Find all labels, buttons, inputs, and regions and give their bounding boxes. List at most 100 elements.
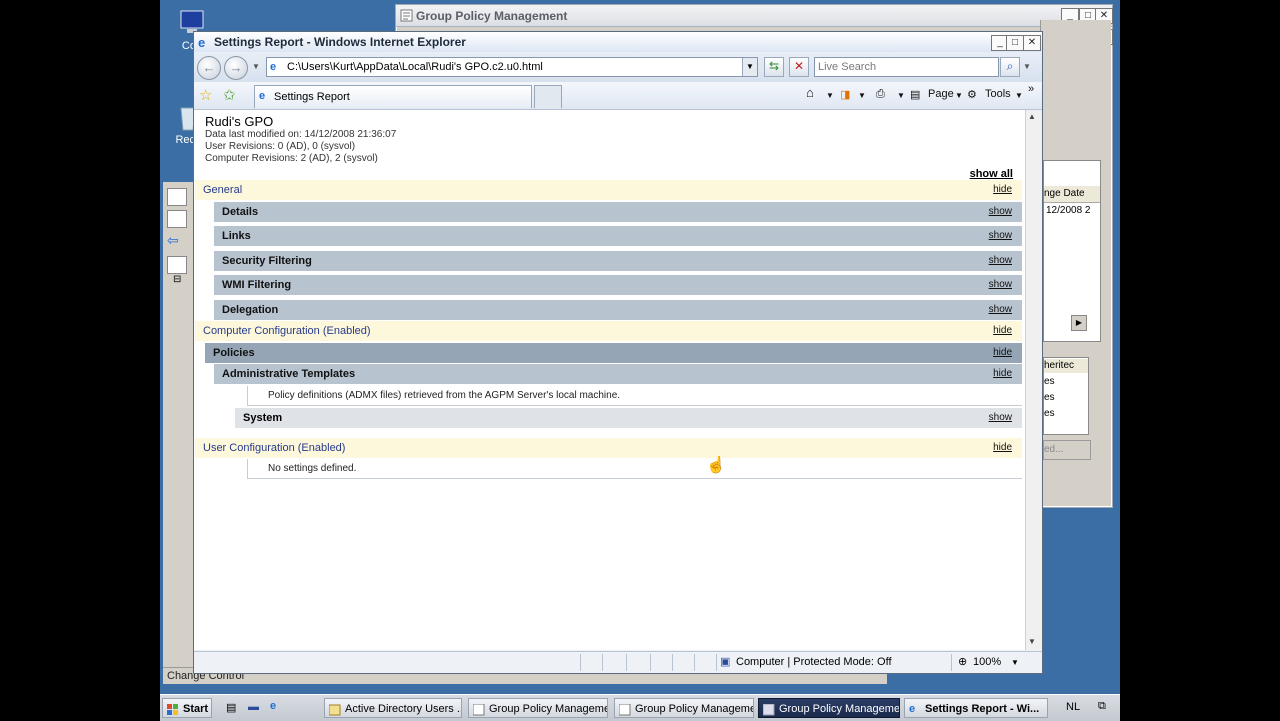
user-config-hide-link[interactable]: hide (993, 438, 1012, 458)
delegation-show-link[interactable]: show (989, 300, 1012, 320)
language-indicator[interactable]: NL (1066, 701, 1080, 713)
inherited-column-header[interactable]: heritec (1044, 359, 1088, 373)
gpm-title: Group Policy Management (416, 9, 568, 23)
home-dropdown-icon[interactable]: ▼ (826, 91, 834, 100)
system-show-link[interactable]: show (989, 408, 1012, 428)
page-menu[interactable]: Page (928, 88, 954, 100)
document-icon[interactable] (167, 210, 187, 228)
ie-command-bar: ☆ ✩ e Settings Report ⌂ ▼ ◨ ▼ ⎙ ▼ ▤ Page… (194, 82, 1042, 110)
scroll-up-icon[interactable]: ▲ (1028, 112, 1036, 121)
report-icon[interactable] (167, 256, 187, 274)
tools-gear-icon[interactable]: ⚙ (967, 88, 977, 101)
system-section-header: System show (235, 408, 1022, 428)
network-tray-icon[interactable]: ⧉ (1098, 700, 1106, 713)
report-user-revisions: User Revisions: 0 (AD), 0 (sysvol) (205, 141, 356, 152)
powershell-icon[interactable]: ▬ (248, 701, 259, 713)
page-menu-icon[interactable]: ▤ (910, 88, 920, 101)
print-dropdown-icon[interactable]: ▼ (897, 91, 905, 100)
page-dropdown-icon[interactable]: ▼ (955, 91, 963, 100)
list-item: es (1044, 376, 1055, 387)
search-options-icon[interactable]: ▼ (1023, 62, 1031, 71)
zoom-dropdown-icon[interactable]: ▼ (1011, 658, 1019, 667)
properties-icon[interactable] (167, 188, 187, 206)
policies-section-header: Policies hide (205, 343, 1022, 363)
admx-note: Policy definitions (ADMX files) retrieve… (247, 386, 1022, 406)
gpm-right-pane: nge Date 12/2008 2 ▶ heritec es es es ed… (1040, 20, 1111, 506)
taskbar-label: Active Directory Users ... (345, 703, 462, 715)
admin-templates-section-header: Administrative Templates hide (214, 364, 1022, 384)
ie-quicklaunch-icon[interactable]: e (270, 700, 276, 712)
collapse-tree-icon[interactable]: ⊟ (173, 274, 181, 285)
computer-config-hide-link[interactable]: hide (993, 321, 1012, 341)
forward-button[interactable]: → (224, 56, 248, 80)
ie-titlebar: e Settings Report - Windows Internet Exp… (194, 32, 1042, 53)
security-zone-text[interactable]: Computer | Protected Mode: Off (736, 656, 892, 668)
ie-task-icon: e (909, 703, 916, 715)
hand-cursor-icon: ☝ (706, 457, 726, 474)
gpm-action-button[interactable]: ed... (1043, 440, 1091, 460)
report-modified: Data last modified on: 14/12/2008 21:36:… (205, 129, 397, 140)
policies-hide-link[interactable]: hide (993, 343, 1012, 363)
taskbar-label: Group Policy Management (635, 703, 754, 715)
taskbar: Start ▤ ▬ e Active Directory Users ... G… (160, 694, 1120, 721)
zoom-level[interactable]: 100% (973, 656, 1001, 668)
scroll-down-icon[interactable]: ▼ (1028, 637, 1036, 646)
computer-config-section-header: Computer Configuration (Enabled) hide (195, 321, 1022, 341)
recent-pages-dropdown-icon[interactable]: ▼ (252, 62, 260, 71)
ie-maximize-button[interactable]: □ (1006, 35, 1024, 51)
back-arrow-icon[interactable]: ⇦ (167, 232, 185, 248)
change-date-cell[interactable]: 12/2008 2 (1046, 205, 1091, 216)
vertical-scrollbar[interactable]: ▲ ▼ (1025, 110, 1042, 650)
favorites-star-icon[interactable]: ☆ (199, 86, 212, 104)
address-dropdown-icon[interactable]: ▼ (742, 58, 757, 76)
zoom-icon[interactable]: ⊕ (958, 655, 967, 668)
links-show-link[interactable]: show (989, 226, 1012, 246)
taskbar-button-gpm-2[interactable]: Group Policy Management (614, 698, 754, 718)
refresh-button[interactable]: ⇆ (764, 57, 784, 77)
taskbar-button-settings-report[interactable]: e Settings Report - Wi... (904, 698, 1048, 718)
user-config-section-header: User Configuration (Enabled) hide (195, 438, 1022, 458)
new-tab-button[interactable] (534, 85, 562, 108)
taskbar-button-gpm-1[interactable]: Group Policy Management (468, 698, 608, 718)
change-date-column-header[interactable]: nge Date (1044, 186, 1100, 203)
report-title: Rudi's GPO (205, 114, 274, 129)
stop-button[interactable]: ✕ (789, 57, 809, 77)
start-button[interactable]: Start (162, 698, 212, 718)
admin-templates-hide-link[interactable]: hide (993, 364, 1012, 384)
add-favorites-icon[interactable]: ✩ (223, 86, 236, 104)
tools-menu[interactable]: Tools (985, 88, 1011, 100)
feeds-dropdown-icon[interactable]: ▼ (858, 91, 866, 100)
security-filtering-show-link[interactable]: show (989, 251, 1012, 271)
links-section-header: Links show (214, 226, 1022, 246)
gpm-icon (618, 703, 631, 716)
address-text: C:\Users\Kurt\AppData\Local\Rudi's GPO.c… (287, 61, 543, 73)
search-icon[interactable]: ⌕ (1000, 57, 1020, 77)
general-section-label: General (203, 184, 243, 196)
system-label: System (243, 412, 283, 424)
server-manager-icon[interactable]: ▤ (226, 701, 236, 714)
details-show-link[interactable]: show (989, 202, 1012, 222)
general-hide-link[interactable]: hide (993, 180, 1012, 200)
links-label: Links (222, 230, 251, 242)
show-all-link[interactable]: show all (970, 168, 1013, 180)
search-input[interactable]: Live Search (814, 57, 999, 77)
no-settings-text: No settings defined. (247, 459, 1022, 479)
user-config-label: User Configuration (Enabled) (203, 442, 346, 454)
gpm-inheritance-list: heritec es es es (1043, 357, 1089, 435)
print-icon[interactable]: ⎙ (876, 88, 885, 101)
tab-settings-report[interactable]: e Settings Report (254, 85, 532, 108)
address-input[interactable]: e C:\Users\Kurt\AppData\Local\Rudi's GPO… (266, 57, 758, 77)
back-button[interactable]: ← (197, 56, 221, 80)
taskbar-button-gpm-3[interactable]: Group Policy Management (758, 698, 900, 718)
ie-logo-icon: e (198, 35, 206, 50)
taskbar-label: Settings Report - Wi... (925, 703, 1040, 715)
wmi-filtering-show-link[interactable]: show (989, 275, 1012, 295)
tools-dropdown-icon[interactable]: ▼ (1015, 91, 1023, 100)
admin-templates-label: Administrative Templates (222, 368, 356, 380)
taskbar-button-ad-users[interactable]: Active Directory Users ... (324, 698, 462, 718)
ie-close-button[interactable]: ✕ (1023, 35, 1041, 51)
feeds-icon[interactable]: ◨ (840, 88, 850, 101)
scroll-right-button[interactable]: ▶ (1071, 315, 1087, 331)
home-icon[interactable]: ⌂ (806, 85, 814, 100)
chevron-more-icon[interactable]: » (1028, 83, 1034, 95)
